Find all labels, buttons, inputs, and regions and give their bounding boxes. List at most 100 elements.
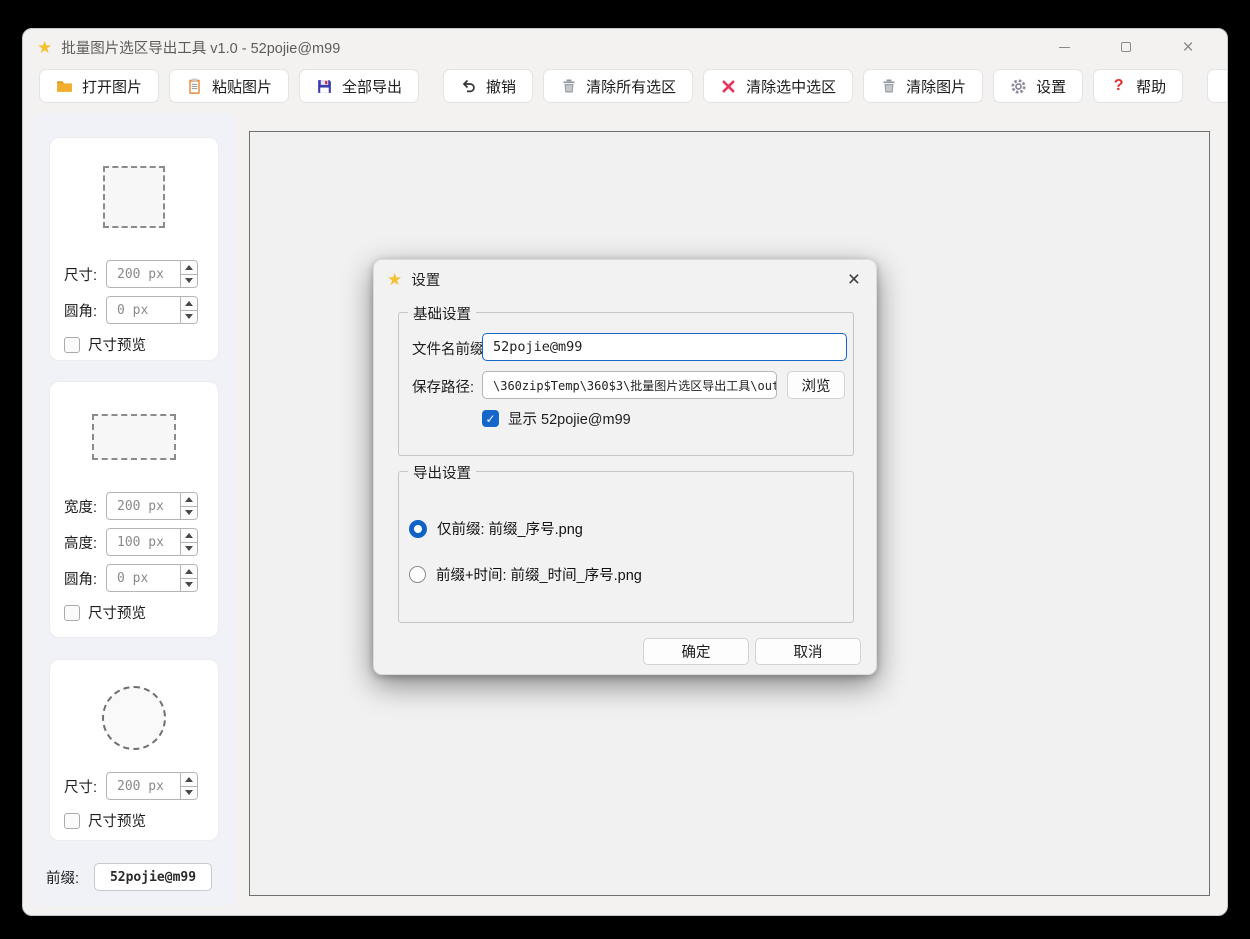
rect-size-preview-checkbox[interactable]: 尺寸预览 xyxy=(50,602,218,623)
basic-settings-group: 基础设置 文件名前缀: 52pojie@m99 保存路径: \360zip$Te… xyxy=(398,312,854,456)
cancel-button[interactable]: 取消 xyxy=(755,638,861,665)
arrow-up-icon xyxy=(185,569,193,574)
clear-all-selections-button[interactable]: 清除所有选区 xyxy=(543,69,693,103)
undo-button[interactable]: 撤销 xyxy=(443,69,533,103)
toolbar-button-label: 清除所有选区 xyxy=(586,76,676,97)
maximize-button[interactable] xyxy=(1115,36,1137,58)
stepper-buttons xyxy=(180,529,197,555)
width-row: 宽度: 200 px xyxy=(50,492,218,520)
export-all-button[interactable]: 全部导出 xyxy=(299,69,419,103)
square-size-preview-checkbox[interactable]: 尺寸预览 xyxy=(50,334,218,355)
stepper-up-button[interactable] xyxy=(181,565,197,579)
radio-prefix-time[interactable]: 前缀+时间: 前缀_时间_序号.png xyxy=(409,564,642,585)
dialog-close-icon[interactable]: × xyxy=(845,269,863,290)
size-row: 尺寸: 200 px xyxy=(50,772,218,800)
stepper-up-button[interactable] xyxy=(181,529,197,543)
app-star-icon: ★ xyxy=(37,39,52,56)
paste-image-button[interactable]: 粘贴图片 xyxy=(169,69,289,103)
rect-radius-stepper[interactable]: 0 px xyxy=(106,564,198,592)
square-size-stepper[interactable]: 200 px xyxy=(106,260,198,288)
checkbox-label: 尺寸预览 xyxy=(88,602,146,623)
radius-row: 圆角: 0 px xyxy=(50,296,218,324)
filename-prefix-label: 文件名前缀: xyxy=(412,338,489,359)
radio-prefix-only[interactable]: 仅前缀: 前缀_序号.png xyxy=(409,518,583,539)
minimize-button[interactable] xyxy=(1053,36,1075,58)
checkbox-unchecked-icon xyxy=(64,605,80,621)
save-path-row: 保存路径: xyxy=(412,376,474,397)
checkbox-label: 尺寸预览 xyxy=(88,334,146,355)
toolbar-button-label: 帮助 xyxy=(1136,76,1166,97)
stepper-buttons xyxy=(180,773,197,799)
stepper-up-button[interactable] xyxy=(181,773,197,787)
arrow-down-icon xyxy=(185,314,193,319)
rect-width-value[interactable]: 200 px xyxy=(107,493,180,519)
stepper-down-button[interactable] xyxy=(181,787,197,800)
circle-selection-preview[interactable] xyxy=(102,686,166,750)
rect-height-value[interactable]: 100 px xyxy=(107,529,180,555)
checkbox-checked-icon: ✓ xyxy=(482,410,499,427)
toolbar-button-label: 清除选中选区 xyxy=(746,76,836,97)
exit-button[interactable]: 退出 xyxy=(1207,69,1228,103)
rectangle-selection-card: 宽度: 200 px 高度: 100 px xyxy=(49,381,219,638)
square-size-value[interactable]: 200 px xyxy=(107,261,180,287)
stepper-down-button[interactable] xyxy=(181,275,197,288)
rect-width-stepper[interactable]: 200 px xyxy=(106,492,198,520)
arrow-down-icon xyxy=(185,510,193,515)
square-radius-stepper[interactable]: 0 px xyxy=(106,296,198,324)
radio-label: 前缀+时间: 前缀_时间_序号.png xyxy=(436,564,642,585)
show-watermark-checkbox[interactable]: ✓ 显示 52pojie@m99 xyxy=(482,408,631,429)
trash-icon xyxy=(560,78,577,95)
exit-icon xyxy=(1224,78,1228,95)
clear-selected-selection-button[interactable]: 清除选中选区 xyxy=(703,69,853,103)
stepper-up-button[interactable] xyxy=(181,297,197,311)
rectangle-selection-preview[interactable] xyxy=(92,414,176,460)
minimize-icon xyxy=(1059,47,1070,48)
arrow-down-icon xyxy=(185,278,193,283)
sidebar: 尺寸: 200 px 圆角: 0 px xyxy=(33,113,236,906)
toolbar-button-label: 打开图片 xyxy=(82,76,142,97)
width-label: 宽度: xyxy=(64,496,106,517)
dialog-star-icon: ★ xyxy=(387,271,402,288)
title-bar: ★ 批量图片选区导出工具 v1.0 - 52pojie@m99 × xyxy=(23,29,1227,65)
filename-prefix-input[interactable]: 52pojie@m99 xyxy=(482,333,847,361)
dialog-title-bar: ★ 设置 × xyxy=(374,260,876,298)
open-image-button[interactable]: 打开图片 xyxy=(39,69,159,103)
prefix-row: 前缀: 52pojie@m99 xyxy=(46,863,236,891)
gear-icon xyxy=(1010,78,1027,95)
export-settings-group: 导出设置 仅前缀: 前缀_序号.png 前缀+时间: 前缀_时间_序号.png xyxy=(398,471,854,623)
circle-size-value[interactable]: 200 px xyxy=(107,773,180,799)
undo-icon xyxy=(460,78,477,95)
rect-height-stepper[interactable]: 100 px xyxy=(106,528,198,556)
stepper-down-button[interactable] xyxy=(181,311,197,324)
checkbox-unchecked-icon xyxy=(64,813,80,829)
stepper-down-button[interactable] xyxy=(181,543,197,556)
stepper-down-button[interactable] xyxy=(181,579,197,592)
prefix-input[interactable]: 52pojie@m99 xyxy=(94,863,212,891)
window-controls: × xyxy=(1053,36,1213,58)
size-label: 尺寸: xyxy=(64,776,106,797)
radius-label: 圆角: xyxy=(64,568,106,589)
arrow-down-icon xyxy=(185,546,193,551)
maximize-icon xyxy=(1121,42,1131,52)
clear-image-button[interactable]: 清除图片 xyxy=(863,69,983,103)
group-title: 导出设置 xyxy=(408,462,476,483)
toolbar-button-label: 设置 xyxy=(1036,76,1066,97)
ok-button[interactable]: 确定 xyxy=(643,638,749,665)
stepper-down-button[interactable] xyxy=(181,507,197,520)
rect-radius-value[interactable]: 0 px xyxy=(107,565,180,591)
circle-size-preview-checkbox[interactable]: 尺寸预览 xyxy=(50,810,218,831)
close-icon: × xyxy=(1182,38,1193,57)
circle-size-stepper[interactable]: 200 px xyxy=(106,772,198,800)
close-button[interactable]: × xyxy=(1177,36,1199,58)
radio-selected-icon xyxy=(409,520,427,538)
square-radius-value[interactable]: 0 px xyxy=(107,297,180,323)
folder-icon xyxy=(56,78,73,95)
help-button[interactable]: ? 帮助 xyxy=(1093,69,1183,103)
stepper-up-button[interactable] xyxy=(181,261,197,275)
square-selection-preview[interactable] xyxy=(103,166,165,228)
settings-button[interactable]: 设置 xyxy=(993,69,1083,103)
stepper-up-button[interactable] xyxy=(181,493,197,507)
size-label: 尺寸: xyxy=(64,264,106,285)
save-path-input[interactable]: \360zip$Temp\360$3\批量图片选区导出工具\output xyxy=(482,371,777,399)
browse-button[interactable]: 浏览 xyxy=(787,371,845,399)
